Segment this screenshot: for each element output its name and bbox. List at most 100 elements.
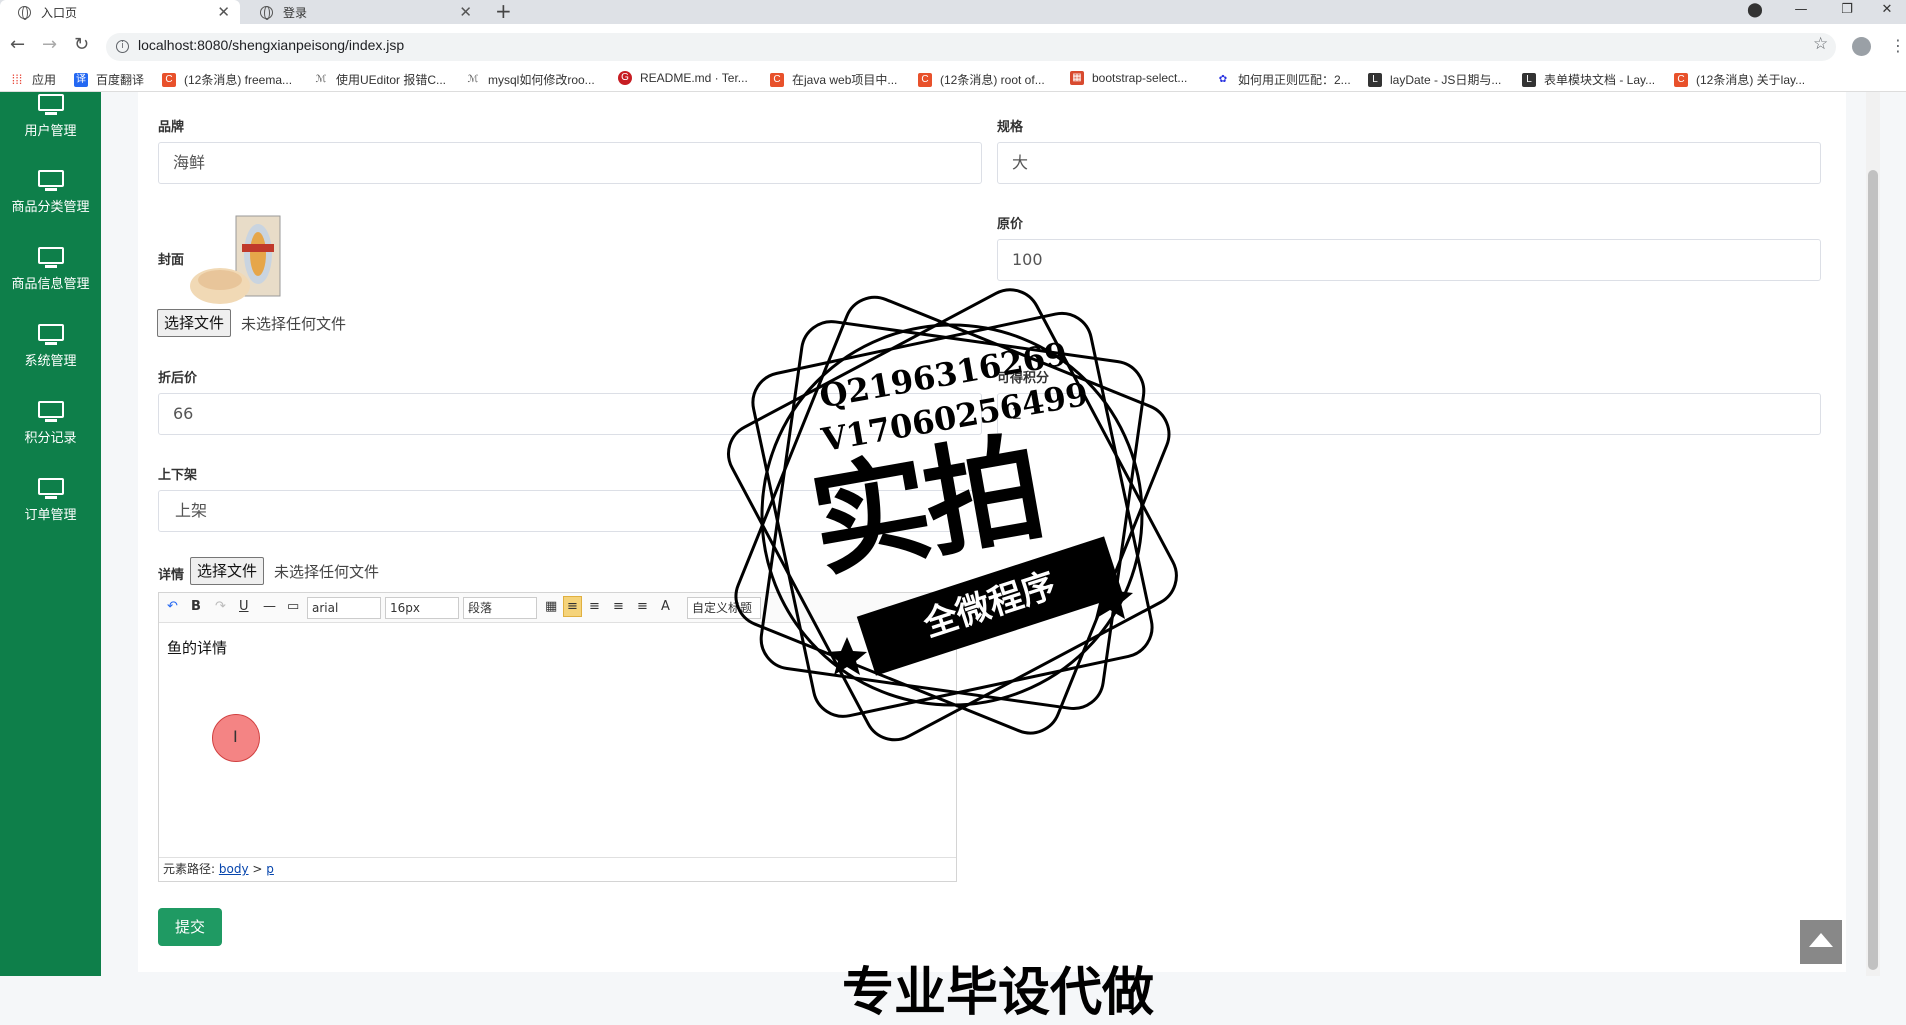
bookmark-item[interactable]: C (12条消息) 关于lay... <box>1674 71 1805 88</box>
close-icon[interactable]: ✕ <box>459 3 472 21</box>
detail-label: 详情 <box>158 568 185 583</box>
reload-icon[interactable]: ↻ <box>74 34 89 55</box>
mouse-cursor-indicator <box>212 714 260 762</box>
monitor-icon <box>37 324 64 345</box>
sidebar-item-label: 商品分类管理 <box>11 200 90 215</box>
cover-image <box>190 215 281 304</box>
url-text[interactable]: localhost:8080/shengxianpeisong/index.js… <box>138 37 404 53</box>
info-icon[interactable]: i <box>116 40 129 53</box>
monitor-icon <box>37 401 64 422</box>
tab-search-icon[interactable]: ⬤ <box>1732 0 1778 24</box>
globe-icon <box>18 5 31 20</box>
bookmark-label: README.md · Ter... <box>640 71 748 85</box>
font-family-select[interactable]: arial <box>307 597 381 619</box>
tab-title: 入口页 <box>41 5 78 20</box>
path-separator: > <box>252 862 263 876</box>
bookmark-label: mysql如何修改roo... <box>488 73 595 87</box>
profile-icon[interactable] <box>1852 37 1871 56</box>
bookmark-item[interactable]: ℳ mysql如何修改roo... <box>466 71 595 88</box>
table-icon[interactable]: ▦ <box>545 599 557 614</box>
new-tab-button[interactable]: + <box>495 0 512 22</box>
sidebar-item-users[interactable]: 用户管理 <box>0 94 101 139</box>
bold-icon[interactable]: B <box>191 599 201 614</box>
csdn-icon: C <box>1674 72 1688 87</box>
justify-icon[interactable]: ≡ <box>637 599 648 614</box>
align-right-icon[interactable]: ≡ <box>589 599 600 614</box>
bookmark-item[interactable]: L layDate - JS日期与... <box>1368 71 1501 88</box>
browser-tab-bar: 入口页 ✕ 登录 ✕ + ⬤ — ❐ ✕ <box>0 0 1906 24</box>
csdn-icon: C <box>918 72 932 87</box>
monitor-icon <box>37 94 64 115</box>
submit-button[interactable]: 提交 <box>158 908 222 946</box>
tab-title: 登录 <box>283 5 308 20</box>
bookmark-item[interactable]: ▦ bootstrap-select... <box>1070 71 1187 85</box>
bookmark-item[interactable]: C 在java web项目中... <box>770 71 897 88</box>
gitee-icon: G <box>618 71 632 85</box>
bookmark-item[interactable]: ✿ 如何用正则匹配：2... <box>1216 71 1351 88</box>
tab-login[interactable]: 登录 ✕ <box>242 0 482 24</box>
forward-icon[interactable]: → <box>42 34 57 55</box>
page-icon[interactable]: ▭ <box>287 599 299 614</box>
menu-icon[interactable]: ⋮ <box>1890 36 1906 55</box>
csdn-icon: C <box>162 72 176 87</box>
csdn-icon: C <box>770 72 784 87</box>
back-icon[interactable]: ← <box>10 34 25 55</box>
detail-file-button[interactable]: 选择文件 <box>190 557 265 585</box>
bookmark-label: bootstrap-select... <box>1092 71 1188 85</box>
bookmark-item[interactable]: L 表单模块文档 - Lay... <box>1522 71 1655 88</box>
sidebar-item-system[interactable]: 系统管理 <box>0 324 101 369</box>
brand-label: 品牌 <box>158 120 185 135</box>
horizontal-rule-icon[interactable]: — <box>263 599 276 614</box>
price-input[interactable]: 100 <box>997 239 1821 281</box>
bookmark-item[interactable]: C (12条消息) root of... <box>918 71 1045 88</box>
bookmark-label: 应用 <box>32 73 57 87</box>
minimize-button[interactable]: — <box>1778 0 1824 24</box>
globe-icon <box>260 5 273 20</box>
sidebar: 用户管理 商品分类管理 商品信息管理 系统管理 积分记录 订单管理 <box>0 92 101 976</box>
bookmark-label: (12条消息) freema... <box>184 73 293 87</box>
translate-icon: 译 <box>74 72 88 87</box>
monitor-icon <box>37 170 64 191</box>
baidu-icon: ✿ <box>1218 73 1228 85</box>
bookmark-label: (12条消息) root of... <box>940 73 1045 87</box>
path-p-link[interactable]: p <box>266 862 274 876</box>
close-window-button[interactable]: ✕ <box>1864 0 1906 24</box>
back-to-top-button[interactable] <box>1800 920 1842 964</box>
bookmark-apps[interactable]: ⁞⁞⁞ 应用 <box>10 71 56 88</box>
close-icon[interactable]: ✕ <box>217 3 230 21</box>
bookmark-item[interactable]: 译 百度翻译 <box>74 71 144 88</box>
star-icon[interactable]: ☆ <box>1813 34 1828 54</box>
price-label: 原价 <box>997 217 1024 232</box>
paragraph-select[interactable]: 段落 <box>463 597 537 619</box>
bookmark-label: 如何用正则匹配：2... <box>1238 73 1351 87</box>
sidebar-item-points[interactable]: 积分记录 <box>0 401 101 446</box>
bookmark-item[interactable]: ℳ 使用UEditor 报错C... <box>314 71 446 88</box>
font-size-select[interactable]: 16px <box>385 597 459 619</box>
bookmark-icon: ℳ <box>315 73 327 85</box>
align-center-icon[interactable]: ≡ <box>613 599 624 614</box>
bookmark-label: layDate - JS日期与... <box>1390 73 1502 87</box>
sidebar-item-categories[interactable]: 商品分类管理 <box>0 170 101 215</box>
spec-input[interactable]: 大 <box>997 142 1821 184</box>
undo-icon[interactable]: ↶ <box>167 599 178 614</box>
underline-icon[interactable]: U <box>239 599 249 614</box>
monitor-icon <box>37 247 64 268</box>
sidebar-item-orders[interactable]: 订单管理 <box>0 478 101 523</box>
sidebar-item-label: 积分记录 <box>24 431 77 446</box>
brand-input[interactable]: 海鲜 <box>158 142 982 184</box>
font-color-icon[interactable]: A <box>661 599 670 614</box>
scrollbar-thumb[interactable] <box>1868 170 1878 970</box>
redo-icon[interactable]: ↷ <box>215 599 226 614</box>
shelf-label: 上下架 <box>158 468 198 483</box>
cover-file-button[interactable]: 选择文件 <box>157 309 232 337</box>
layui-icon: L <box>1522 72 1536 87</box>
tab-home[interactable]: 入口页 ✕ <box>0 0 240 24</box>
sidebar-item-products[interactable]: 商品信息管理 <box>0 247 101 292</box>
editor-content[interactable]: 鱼的详情 <box>167 637 227 658</box>
sidebar-item-label: 用户管理 <box>24 124 77 139</box>
path-body-link[interactable]: body <box>219 862 249 876</box>
editor-element-path: 元素路径: body > p <box>159 857 956 881</box>
bookmark-item[interactable]: G README.md · Ter... <box>618 71 748 85</box>
align-left-icon[interactable]: ≡ <box>563 596 582 617</box>
bookmark-item[interactable]: C (12条消息) freema... <box>162 71 292 88</box>
